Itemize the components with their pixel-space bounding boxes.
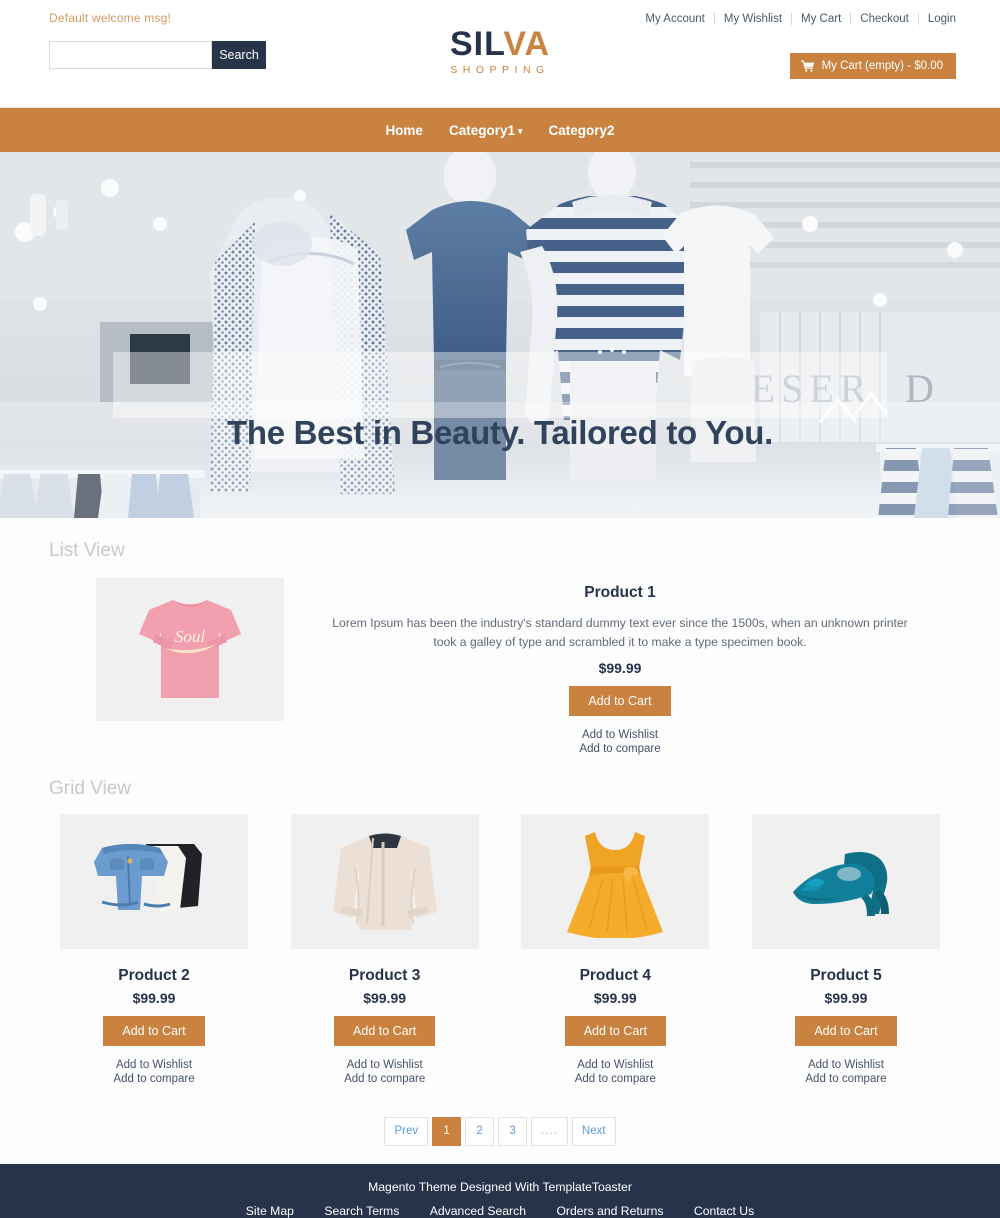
footer-link-orders-and-returns[interactable]: Orders and Returns	[556, 1204, 663, 1218]
site-footer: Magento Theme Designed With TemplateToas…	[0, 1163, 1000, 1218]
product-image-product-4[interactable]	[521, 814, 710, 950]
welcome-message: Default welcome msg!	[49, 11, 172, 25]
add-to-cart-button[interactable]: Add to Cart	[334, 1016, 436, 1047]
product-actions: Add to Wishlist Add to compare	[304, 729, 936, 756]
link-login[interactable]: Login	[919, 13, 956, 25]
product-image-product-5[interactable]	[751, 814, 940, 950]
product-name: Product 3	[348, 967, 421, 985]
link-my-wishlist[interactable]: My Wishlist	[715, 13, 793, 25]
footer-link-advanced-search[interactable]: Advanced Search	[430, 1204, 526, 1218]
product-actions: Add to Wishlist Add to compare	[275, 1059, 495, 1086]
product-image-product-1[interactable]: Soul	[96, 578, 284, 721]
grid-item: Product 3 $99.99 Add to Cart Add to Wish…	[275, 814, 495, 1086]
add-to-wishlist-link[interactable]: Add to Wishlist	[736, 1059, 956, 1072]
add-to-compare-link[interactable]: Add to compare	[304, 743, 936, 756]
shopping-cart-icon	[800, 60, 815, 72]
link-checkout[interactable]: Checkout	[851, 13, 919, 25]
pagination-next[interactable]: Next	[571, 1116, 616, 1146]
product-actions: Add to Wishlist Add to compare	[736, 1059, 956, 1086]
pagination-page-1[interactable]: 1	[432, 1116, 462, 1146]
footer-link-contact-us[interactable]: Contact Us	[694, 1204, 754, 1218]
grid-item: Product 4 $99.99 Add to Cart Add to Wish…	[505, 814, 725, 1086]
denim-shorts-image	[94, 843, 202, 912]
product-actions: Add to Wishlist Add to compare	[505, 1059, 725, 1086]
main-navigation: Home Category1 ▾ Category2	[0, 108, 1000, 152]
add-to-wishlist-link[interactable]: Add to Wishlist	[304, 729, 936, 742]
footer-links: Site Map Search Terms Advanced Search Or…	[0, 1202, 1000, 1218]
site-header: Default welcome msg! Search SILVA SHOPPI…	[0, 0, 1000, 108]
product-actions: Add to Wishlist Add to compare	[44, 1059, 264, 1086]
footer-note: Magento Theme Designed With TemplateToas…	[368, 1179, 632, 1194]
nav-item-category2-label: Category2	[548, 122, 615, 138]
add-to-compare-link[interactable]: Add to compare	[505, 1073, 725, 1086]
page-root: Default welcome msg! Search SILVA SHOPPI…	[0, 0, 1000, 1218]
nav-item-category1-label: Category1	[448, 122, 515, 138]
add-to-cart-button[interactable]: Add to Cart	[795, 1016, 897, 1047]
beige-jacket-image	[332, 833, 437, 930]
grid-item: Product 2 $99.99 Add to Cart Add to Wish…	[44, 814, 264, 1086]
add-to-wishlist-link[interactable]: Add to Wishlist	[44, 1059, 264, 1072]
add-to-compare-link[interactable]: Add to compare	[736, 1073, 956, 1086]
orange-dress-image	[567, 831, 664, 938]
main-content: List View Soul Product 1 Lorem Ipsum has…	[0, 518, 1000, 1164]
list-view-heading: List View	[49, 540, 125, 561]
pagination-ellipsis[interactable]: ....	[531, 1116, 568, 1146]
product-name: Product 2	[118, 967, 190, 985]
hero-banner-image: RESER D NEVER	[0, 152, 1000, 518]
product-name: Product 5	[810, 967, 882, 985]
product-price: $99.99	[363, 990, 407, 1007]
add-to-cart-button[interactable]: Add to Cart	[103, 1016, 205, 1047]
teal-heels-image	[792, 851, 889, 916]
add-to-wishlist-link[interactable]: Add to Wishlist	[275, 1059, 495, 1072]
pagination-page-3[interactable]: 3	[498, 1116, 528, 1146]
product-price: $99.99	[593, 990, 637, 1007]
product-info-product-1: Product 1 Lorem Ipsum has been the indus…	[284, 578, 956, 756]
product-image-product-2[interactable]	[60, 814, 248, 950]
product-grid: Product 2 $99.99 Add to Cart Add to Wish…	[0, 800, 1000, 1086]
pagination-page-2[interactable]: 2	[465, 1116, 495, 1146]
grid-view-heading: Grid View	[49, 778, 132, 800]
footer-link-site-map[interactable]: Site Map	[246, 1204, 294, 1218]
hero-title: The Best in Beauty. Tailored to You.	[227, 414, 773, 451]
product-image-product-3[interactable]	[290, 814, 479, 950]
product-price: $99.99	[598, 659, 642, 676]
cart-button-label: My Cart (empty) - $0.00	[821, 60, 943, 72]
product-price: $99.99	[132, 990, 176, 1007]
logo-part-1: SIL	[449, 25, 504, 63]
nav-item-home-label: Home	[385, 122, 423, 138]
list-item: Soul Product 1 Lorem Ipsum has been the …	[0, 562, 1000, 756]
cart-button[interactable]: My Cart (empty) - $0.00	[789, 53, 956, 79]
add-to-wishlist-link[interactable]: Add to Wishlist	[505, 1059, 725, 1072]
add-to-compare-link[interactable]: Add to compare	[275, 1073, 495, 1086]
nav-item-category1[interactable]: Category1 ▾	[436, 123, 536, 138]
pagination-prev[interactable]: Prev	[384, 1116, 429, 1146]
nav-item-category2[interactable]: Category2	[536, 123, 628, 138]
link-my-cart[interactable]: My Cart	[792, 13, 852, 25]
footer-link-search-terms[interactable]: Search Terms	[324, 1204, 399, 1218]
add-to-cart-button[interactable]: Add to Cart	[569, 685, 671, 716]
link-my-account[interactable]: My Account	[636, 13, 715, 25]
grid-item: Product 5 $99.99 Add to Cart Add to Wish…	[736, 814, 956, 1086]
product-price: $99.99	[824, 990, 868, 1007]
hero-banner: RESER D NEVER	[0, 152, 1000, 518]
add-to-cart-button[interactable]: Add to Cart	[564, 1016, 666, 1047]
logo-part-2: VA	[503, 25, 551, 63]
add-to-compare-link[interactable]: Add to compare	[44, 1073, 264, 1086]
nav-item-home[interactable]: Home	[372, 123, 436, 138]
account-links: My Account My Wishlist My Cart Checkout …	[636, 13, 956, 25]
hero-text-band	[113, 352, 887, 418]
pink-tshirt-image: Soul	[139, 599, 241, 698]
chevron-down-icon: ▾	[517, 125, 523, 136]
pagination: Prev 1 2 3 .... Next	[0, 1116, 1000, 1146]
product-name: Product 4	[579, 967, 652, 985]
product-name: Product 1	[584, 584, 656, 601]
product-description: Lorem Ipsum has been the industry's stan…	[332, 616, 908, 649]
svg-text:Soul: Soul	[175, 627, 206, 646]
